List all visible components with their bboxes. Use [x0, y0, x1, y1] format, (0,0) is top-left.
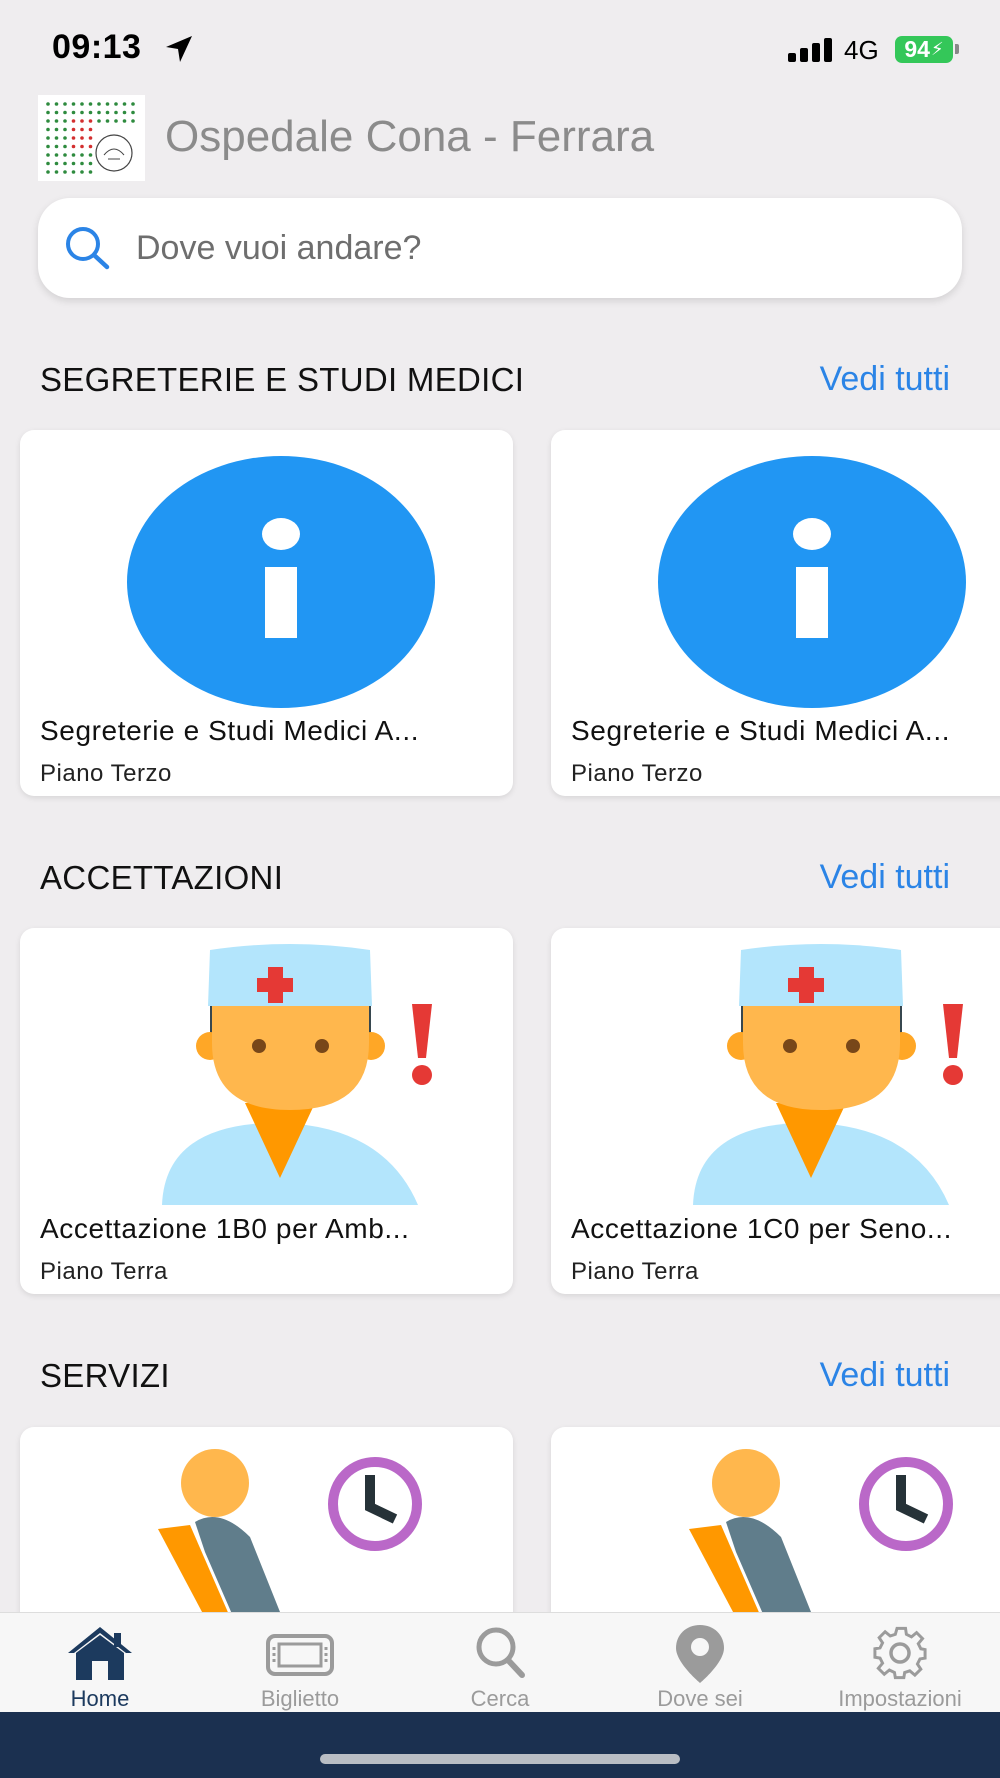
card-subtitle: Piano Terzo: [571, 760, 703, 787]
hospital-logo: [38, 95, 145, 181]
segreterie-card[interactable]: Segreterie e Studi Medici A... Piano Ter…: [551, 430, 1000, 796]
card-title: Segreterie e Studi Medici A...: [40, 715, 420, 746]
accettazione-card[interactable]: Accettazione 1B0 per Amb... Piano Terra: [20, 928, 513, 1294]
section-title-accettazioni: ACCETTAZIONI: [40, 859, 284, 896]
segreterie-card[interactable]: Segreterie e Studi Medici A... Piano Ter…: [20, 430, 513, 796]
tab-label: Home: [70, 1686, 130, 1711]
section-title-servizi: SERVIZI: [40, 1357, 170, 1394]
card-subtitle: Piano Terzo: [40, 760, 172, 787]
card-title: Accettazione 1C0 per Seno...: [571, 1213, 953, 1244]
app-screen: 09:13 4G 94 ⚡ Ospedale Cona - Ferrara SE…: [0, 0, 1000, 1778]
card-subtitle: Piano Terra: [40, 1258, 168, 1285]
tab-label: Dove sei: [657, 1686, 743, 1711]
home-icon: [68, 1627, 132, 1680]
bottom-tab-bar: Home Biglietto Cerca Dove sei Impostazio…: [0, 1612, 1000, 1712]
tab-impostazioni[interactable]: Impostazioni: [800, 1613, 1000, 1713]
tab-dove-sei[interactable]: Dove sei: [600, 1613, 800, 1713]
charging-bolt-icon: ⚡: [930, 39, 944, 59]
signal-strength-icon: [788, 38, 834, 62]
app-title: Ospedale Cona - Ferrara: [165, 112, 655, 161]
tab-label: Impostazioni: [838, 1686, 962, 1711]
nurse-alert-icon: [162, 944, 432, 1205]
battery-icon: 94 ⚡: [895, 36, 953, 63]
battery-nub: [955, 44, 959, 54]
tab-biglietto[interactable]: Biglietto: [200, 1613, 400, 1713]
network-type: 4G: [844, 35, 879, 65]
see-all-servizi-link[interactable]: Vedi tutti: [820, 1356, 950, 1395]
gear-icon: [873, 1626, 927, 1680]
info-icon: [658, 456, 966, 708]
ticket-icon: [266, 1634, 334, 1676]
search-input[interactable]: [136, 218, 936, 278]
search-icon: [476, 1627, 525, 1678]
status-bar: 09:13 4G 94 ⚡: [0, 0, 1000, 90]
nurse-alert-icon: [693, 944, 963, 1205]
search-icon: [66, 227, 110, 270]
tab-label: Biglietto: [260, 1686, 340, 1711]
see-all-segreterie-link[interactable]: Vedi tutti: [820, 360, 950, 399]
see-all-accettazioni-link[interactable]: Vedi tutti: [820, 858, 950, 897]
status-time: 09:13: [52, 28, 142, 66]
info-icon: [127, 456, 435, 708]
tab-label: Cerca: [470, 1686, 530, 1711]
tab-cerca[interactable]: Cerca: [400, 1613, 600, 1713]
home-indicator[interactable]: [320, 1754, 680, 1764]
location-arrow-icon: [166, 36, 192, 62]
section-title-segreterie: SEGRETERIE E STUDI MEDICI: [40, 361, 525, 398]
card-title: Segreterie e Studi Medici A...: [571, 715, 951, 746]
home-indicator-area: [0, 1712, 1000, 1778]
tab-home[interactable]: Home: [0, 1613, 200, 1713]
search-bar[interactable]: [38, 198, 962, 298]
accettazione-card[interactable]: Accettazione 1C0 per Seno... Piano Terra: [551, 928, 1000, 1294]
location-pin-icon: [676, 1625, 724, 1683]
card-title: Accettazione 1B0 per Amb...: [40, 1213, 410, 1244]
card-subtitle: Piano Terra: [571, 1258, 699, 1285]
battery-level: 94: [904, 36, 930, 62]
